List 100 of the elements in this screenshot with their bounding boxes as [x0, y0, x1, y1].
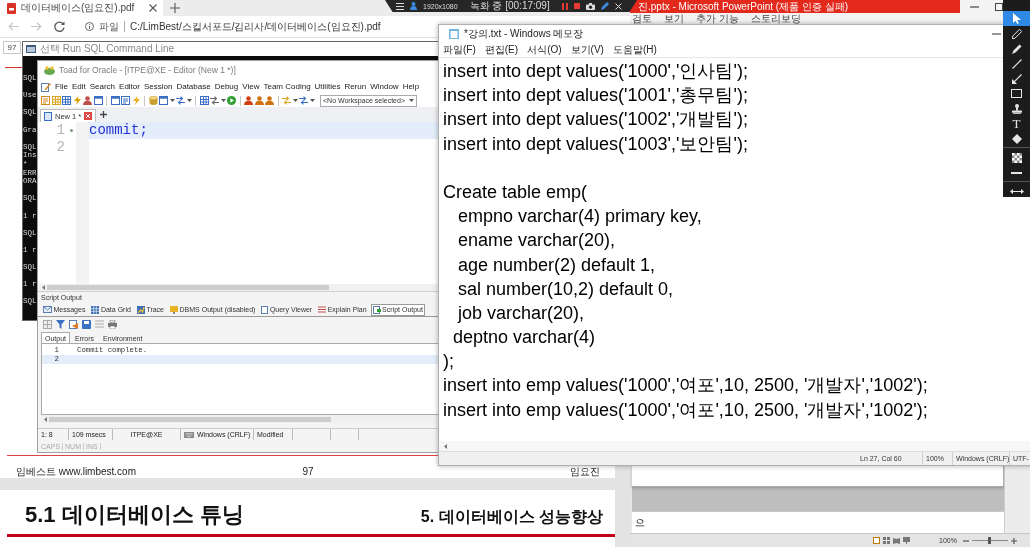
stamp-icon — [1011, 103, 1022, 114]
caret-icon[interactable] — [220, 99, 226, 102]
arrows-icon — [1009, 189, 1024, 194]
caret-icon[interactable] — [186, 99, 192, 102]
document-icon — [261, 305, 269, 314]
caret-icon[interactable] — [169, 99, 175, 102]
menu-item[interactable]: Session — [143, 82, 173, 91]
grid-icon[interactable] — [199, 96, 209, 105]
menu-item[interactable]: File — [55, 82, 68, 91]
close-icon[interactable] — [149, 4, 158, 12]
zoom-in-icon[interactable] — [1010, 537, 1017, 544]
horizontal-scrollbar[interactable] — [439, 441, 1030, 451]
console-icon — [26, 45, 36, 53]
menu-item[interactable]: 편집(E) — [484, 43, 519, 57]
menu-item[interactable]: 보기(V) — [570, 43, 604, 57]
pause-icon[interactable] — [561, 2, 568, 10]
scroll-left-icon[interactable] — [42, 285, 45, 290]
menu-icon[interactable] — [396, 2, 404, 10]
vertical-scrollbar[interactable] — [1004, 466, 1030, 533]
author-name: 임요진 — [570, 466, 600, 477]
document-icon[interactable] — [69, 319, 78, 329]
document-icon[interactable] — [121, 96, 130, 105]
current-line-marker-icon — [70, 129, 73, 132]
grid-icon[interactable] — [62, 96, 71, 105]
recording-status: 녹화 중 [00:17:09] — [469, 0, 550, 12]
scroll-left-icon[interactable] — [44, 416, 47, 422]
ribbon-tab[interactable]: 보기 — [664, 13, 684, 24]
menu-item[interactable]: Team Coding — [263, 82, 311, 91]
horizontal-scrollbar[interactable] — [41, 415, 439, 423]
maximize-icon[interactable] — [995, 2, 1003, 11]
stop-icon[interactable] — [573, 3, 580, 9]
window-icon[interactable] — [93, 96, 103, 105]
menu-item[interactable]: 서식(O) — [527, 43, 562, 57]
window-title: Toad for Oracle - [ITPE@XE - Editor (New 1 *)] — [59, 65, 236, 75]
pen-icon[interactable] — [600, 2, 609, 10]
text-line: insert into dept values('1001','총무팀'); — [443, 84, 748, 108]
checkerboard-icon — [1011, 152, 1022, 163]
notes-pane[interactable]: 으 — [632, 511, 1004, 533]
menu-item[interactable]: Help — [402, 82, 420, 91]
ribbon-tab[interactable]: 추가 기능 — [696, 13, 739, 24]
pencil-icon — [1011, 28, 1022, 39]
arrows-icon[interactable] — [176, 96, 185, 105]
user-icon[interactable] — [83, 96, 92, 105]
arrows-icon[interactable] — [210, 96, 219, 105]
page-number-field[interactable]: 97 — [3, 41, 21, 54]
slider-thumb[interactable] — [988, 537, 992, 544]
window-icon[interactable] — [110, 96, 120, 105]
menu-item[interactable]: Search — [89, 82, 116, 91]
text-tool-button[interactable]: T — [1003, 116, 1030, 131]
arrows-icon[interactable] — [299, 96, 308, 105]
menu-item[interactable]: View — [242, 82, 260, 91]
window-icon[interactable] — [159, 96, 168, 105]
database-icon[interactable] — [148, 96, 158, 105]
reading-view-icon[interactable] — [893, 537, 900, 544]
plus-icon[interactable] — [100, 111, 108, 118]
text-line: ); — [443, 350, 454, 374]
caret-icon[interactable] — [309, 99, 315, 102]
browser-tab[interactable]: 데이터베이스(임요진).pdf — [0, 0, 164, 16]
text-line: insert into dept values('1003','보안팀'); — [443, 132, 748, 156]
frog-icon — [44, 65, 55, 75]
user-icon[interactable] — [265, 96, 274, 105]
rectangle-icon — [1011, 89, 1022, 98]
save-icon[interactable] — [82, 319, 91, 329]
menu-item[interactable]: Utilities — [314, 82, 341, 91]
cursor-icon — [1012, 13, 1021, 24]
menu-item[interactable]: Database — [176, 82, 211, 91]
user-icon[interactable] — [244, 96, 253, 105]
play-icon[interactable] — [227, 96, 236, 105]
caret-icon[interactable] — [409, 99, 414, 102]
scroll-left-icon[interactable] — [444, 443, 447, 449]
slide-sorter-icon[interactable] — [883, 537, 890, 544]
menu-item[interactable]: 도움말(H) — [612, 43, 657, 57]
camera-icon[interactable] — [585, 2, 595, 10]
user-icon[interactable] — [254, 96, 264, 105]
slideshow-icon[interactable] — [903, 537, 910, 544]
caret-icon[interactable] — [292, 99, 298, 102]
document-icon — [372, 305, 381, 314]
address-field[interactable]: 파일 C:/LimBest/스킬서포드/김리사/데이터베이스(임요진).pdf — [77, 17, 434, 36]
menu-item[interactable]: Debug — [214, 82, 239, 91]
menu-item[interactable]: Edit — [71, 82, 86, 91]
menu-item[interactable]: Rerun — [344, 82, 367, 91]
code-editor[interactable]: 1 2 commit; — [38, 122, 439, 284]
menu-item[interactable]: Window — [370, 82, 399, 91]
filter-icon[interactable] — [56, 319, 65, 329]
eraser-icon — [1011, 133, 1022, 144]
reload-icon[interactable] — [54, 21, 65, 32]
ribbon-tab[interactable]: 스토리보딩 — [750, 13, 801, 24]
text-line: insert into dept values('1002','개발팀'); — [443, 108, 748, 132]
chapter-title: 5. 데이터베이스 성능향상 — [420, 507, 603, 527]
minimize-icon[interactable] — [970, 5, 979, 8]
document-icon[interactable] — [41, 96, 50, 105]
horizontal-scrollbar[interactable] — [38, 284, 439, 291]
menu-item[interactable]: 파일(F) — [443, 43, 476, 57]
cursor-tool-button[interactable] — [1003, 11, 1030, 26]
normal-view-icon[interactable] — [873, 537, 880, 544]
ribbon-tab[interactable]: 검토 — [632, 13, 652, 24]
printer-icon[interactable] — [108, 319, 117, 329]
menu-item[interactable]: Editor — [119, 82, 140, 91]
notepad-icon — [449, 29, 459, 39]
plus-icon[interactable] — [170, 3, 181, 13]
